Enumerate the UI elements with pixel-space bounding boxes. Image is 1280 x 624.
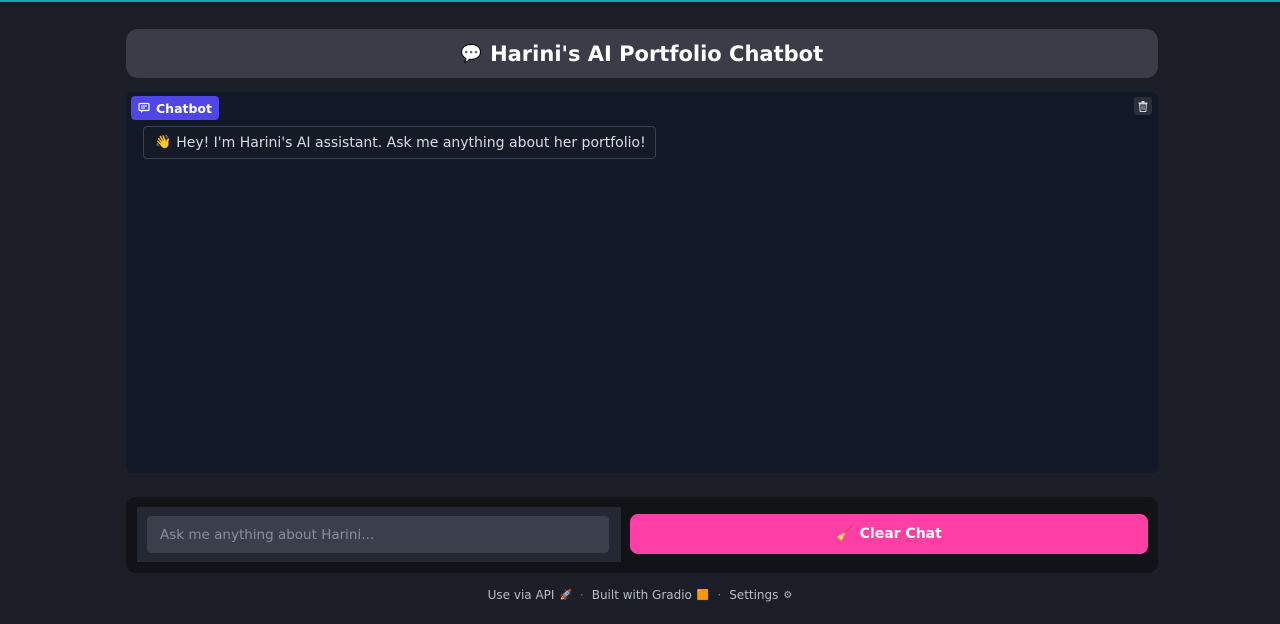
chatbot-label-chip: Chatbot	[131, 96, 219, 120]
chatbot-panel: Chatbot 👋 Hey! I'm Harini's AI assistant…	[126, 92, 1158, 473]
page-header: 💬 Harini's AI Portfolio Chatbot	[126, 29, 1158, 78]
page-title: Harini's AI Portfolio Chatbot	[490, 41, 824, 66]
footer-separator: ·	[579, 588, 584, 602]
message-input[interactable]	[147, 516, 609, 553]
settings-link[interactable]: Settings ⚙	[729, 588, 792, 602]
gradio-logo-icon: 🟧	[696, 589, 710, 601]
waving-hand-icon: 👋	[155, 135, 172, 150]
built-with-gradio-label: Built with Gradio	[591, 588, 692, 602]
gear-icon: ⚙	[783, 589, 793, 601]
settings-label: Settings	[729, 588, 779, 602]
rocket-icon: 🚀	[559, 589, 572, 601]
built-with-gradio-link[interactable]: Built with Gradio 🟧	[592, 588, 710, 602]
clear-chat-label: Clear Chat	[859, 526, 942, 542]
trash-icon	[1138, 100, 1148, 112]
footer-separator: ·	[717, 588, 722, 602]
clear-chat-button[interactable]: 🧹 Clear Chat	[630, 514, 1148, 554]
textbox-container	[137, 507, 621, 562]
input-row: 🧹 Clear Chat	[126, 497, 1158, 573]
use-via-api-label: Use via API	[487, 588, 555, 602]
chat-icon	[138, 102, 150, 113]
use-via-api-link[interactable]: Use via API 🚀	[488, 588, 572, 602]
clear-history-button[interactable]	[1134, 97, 1152, 115]
chatbot-label: Chatbot	[156, 100, 212, 116]
broom-icon: 🧹	[836, 526, 854, 542]
app-window: 💬 Harini's AI Portfolio Chatbot Chatbot	[0, 0, 1280, 624]
footer: Use via API 🚀 · Built with Gradio 🟧 · Se…	[0, 587, 1280, 603]
assistant-message: 👋 Hey! I'm Harini's AI assistant. Ask me…	[143, 126, 656, 159]
speech-bubble-icon: 💬	[460, 43, 483, 64]
message-text: Hey! I'm Harini's AI assistant. Ask me a…	[176, 134, 646, 151]
